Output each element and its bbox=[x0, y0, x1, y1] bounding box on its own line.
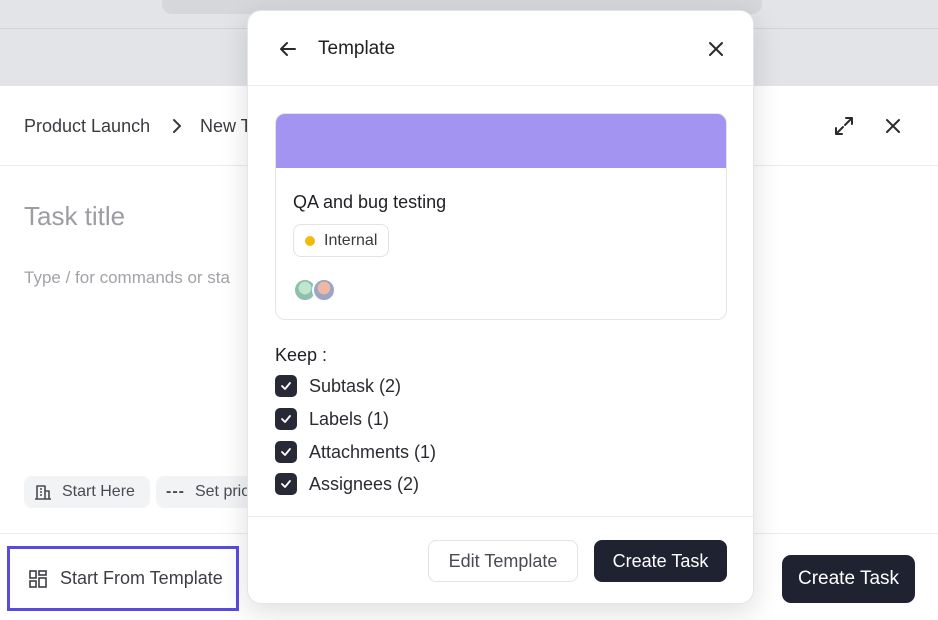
avatar bbox=[312, 278, 336, 302]
arrow-left-icon bbox=[280, 42, 296, 56]
close-icon bbox=[709, 42, 723, 56]
template-grid-icon bbox=[29, 569, 47, 588]
label-dot-icon bbox=[305, 235, 315, 246]
building-icon bbox=[35, 485, 51, 500]
checkbox-checked-icon[interactable] bbox=[275, 473, 297, 495]
close-panel-button[interactable] bbox=[879, 112, 907, 140]
task-title-input[interactable]: Task title bbox=[24, 201, 125, 232]
priority-dashes-icon: --- bbox=[166, 483, 185, 500]
modal-footer-divider bbox=[248, 516, 753, 517]
checkbox-checked-icon[interactable] bbox=[275, 408, 297, 430]
close-icon bbox=[886, 119, 900, 133]
expand-icon bbox=[835, 117, 853, 135]
card-title: QA and bug testing bbox=[293, 192, 447, 212]
keep-option-label: Assignees (2) bbox=[309, 473, 420, 494]
start-here-label: Start Here bbox=[62, 483, 135, 500]
start-from-template-label: Start From Template bbox=[60, 568, 223, 588]
create-task-button-panel[interactable]: Create Task bbox=[782, 555, 915, 603]
keep-option-label: Attachments (1) bbox=[309, 441, 437, 462]
label-text: Internal bbox=[324, 231, 378, 249]
start-from-template-button[interactable]: Start From Template bbox=[7, 546, 239, 611]
checkbox-checked-icon[interactable] bbox=[275, 375, 297, 397]
edit-template-button[interactable]: Edit Template bbox=[428, 540, 578, 582]
assignee-avatars bbox=[293, 278, 336, 302]
label-chip: Internal bbox=[293, 224, 390, 257]
keep-option-label: Subtask (2) bbox=[309, 375, 402, 396]
keep-attachments-option[interactable]: Attachments (1) bbox=[275, 441, 436, 463]
expand-button[interactable] bbox=[830, 112, 858, 140]
modal-title: Template bbox=[318, 38, 396, 59]
create-task-button[interactable]: Create Task bbox=[594, 540, 727, 582]
keep-heading: Keep : bbox=[275, 345, 328, 365]
card-cover bbox=[276, 114, 726, 168]
chevron-right-icon bbox=[173, 119, 181, 133]
breadcrumb-current: New T bbox=[200, 116, 252, 136]
keep-option-label: Labels (1) bbox=[309, 408, 390, 429]
template-modal: Template QA and bug testing Internal Kee… bbox=[247, 10, 754, 604]
set-priority-label: Set prio bbox=[194, 483, 251, 500]
keep-subtask-option[interactable]: Subtask (2) bbox=[275, 375, 401, 397]
close-modal-button[interactable] bbox=[702, 35, 730, 63]
checkbox-checked-icon[interactable] bbox=[275, 441, 297, 463]
template-card[interactable]: QA and bug testing Internal bbox=[275, 113, 727, 320]
keep-labels-option[interactable]: Labels (1) bbox=[275, 408, 389, 430]
description-input[interactable]: Type / for commands or sta bbox=[24, 268, 230, 288]
modal-header: Template bbox=[248, 11, 753, 86]
breadcrumb-project[interactable]: Product Launch bbox=[24, 116, 150, 137]
keep-assignees-option[interactable]: Assignees (2) bbox=[275, 473, 419, 495]
back-button[interactable] bbox=[274, 35, 302, 63]
start-here-chip[interactable]: Start Here bbox=[24, 476, 150, 508]
